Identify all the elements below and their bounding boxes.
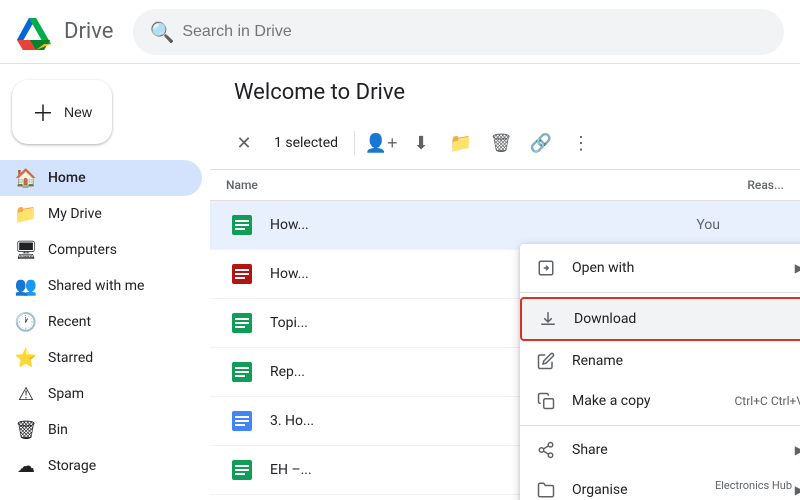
menu-item-rename[interactable]: Rename xyxy=(520,341,800,381)
menu-divider xyxy=(520,292,800,293)
menu-item-label: Download xyxy=(574,311,800,327)
logo-text: Drive xyxy=(64,19,113,44)
menu-item-label: Open with xyxy=(572,260,779,276)
search-input[interactable] xyxy=(182,23,768,41)
organise-icon xyxy=(536,480,556,500)
sidebar-item-shared[interactable]: 👥 Shared with me xyxy=(0,268,202,304)
sidebar-item-storage[interactable]: ☁ Storage xyxy=(0,448,202,484)
home-icon: 🏠 xyxy=(16,168,36,188)
copy-icon xyxy=(536,391,556,411)
sidebar-item-label: My Drive xyxy=(48,206,102,222)
shared-icon: 👥 xyxy=(16,276,36,296)
storage-section: 315.1 MB of 15 GB used Get more storage xyxy=(0,484,210,500)
sidebar-item-recent[interactable]: 🕐 Recent xyxy=(0,304,202,340)
header: Drive 🔍 xyxy=(0,0,800,64)
menu-item-share[interactable]: Share ▶ xyxy=(520,430,800,470)
menu-item-label: Share xyxy=(572,442,779,458)
sidebar-item-bin[interactable]: 🗑 Bin xyxy=(0,412,202,448)
sidebar-item-my-drive[interactable]: 📁 My Drive xyxy=(0,196,202,232)
starred-icon: ⭐ xyxy=(16,348,36,368)
share-menu-icon xyxy=(536,440,556,460)
new-button[interactable]: ＋ New xyxy=(12,80,112,144)
recent-icon: 🕐 xyxy=(16,312,36,332)
spam-icon: ⚠ xyxy=(16,384,36,404)
sidebar-item-starred[interactable]: ⭐ Starred xyxy=(0,340,202,376)
sidebar-item-label: Recent xyxy=(48,314,91,330)
sidebar-item-spam[interactable]: ⚠ Spam xyxy=(0,376,202,412)
drive-logo-icon xyxy=(16,12,56,52)
menu-item-make-copy[interactable]: Make a copy Ctrl+C Ctrl+V xyxy=(520,381,800,421)
open-with-icon xyxy=(536,258,556,278)
sidebar-item-computers[interactable]: 🖥 Computers xyxy=(0,232,202,268)
watermark: Electronics Hub xyxy=(715,479,792,492)
new-button-label: New xyxy=(64,104,92,120)
menu-item-open-with[interactable]: Open with ▶ xyxy=(520,248,800,288)
sidebar-item-label: Shared with me xyxy=(48,278,144,294)
sidebar: ＋ New 🏠 Home 📁 My Drive 🖥 Computers 👥 Sh… xyxy=(0,64,210,500)
content-area: Welcome to Drive ✕ 1 selected 👤+ ⬇ 📁 🗑 🔗 xyxy=(210,64,800,500)
search-icon: 🔍 xyxy=(149,20,174,44)
rename-icon xyxy=(536,351,556,371)
menu-divider xyxy=(520,425,800,426)
main-layout: ＋ New 🏠 Home 📁 My Drive 🖥 Computers 👥 Sh… xyxy=(0,64,800,500)
computers-icon: 🖥 xyxy=(16,240,36,260)
sidebar-item-label: Starred xyxy=(48,350,93,366)
submenu-arrow-icon: ▶ xyxy=(795,483,800,497)
storage-icon: ☁ xyxy=(16,456,36,476)
search-bar[interactable]: 🔍 xyxy=(133,9,784,55)
my-drive-icon: 📁 xyxy=(16,204,36,224)
menu-item-label: Make a copy xyxy=(572,393,719,409)
menu-item-download[interactable]: Download xyxy=(520,297,800,341)
sidebar-item-label: Storage xyxy=(48,458,96,474)
shortcut-text: Ctrl+C Ctrl+V xyxy=(735,394,800,408)
download-menu-icon xyxy=(538,309,558,329)
sidebar-item-label: Computers xyxy=(48,242,117,258)
sidebar-item-home[interactable]: 🏠 Home xyxy=(0,160,202,196)
logo: Drive xyxy=(16,12,113,52)
sidebar-item-label: Spam xyxy=(48,386,84,402)
submenu-arrow-icon: ▶ xyxy=(795,443,800,457)
menu-item-label: Rename xyxy=(572,353,800,369)
submenu-arrow-icon: ▶ xyxy=(795,261,800,275)
sidebar-item-label: Bin xyxy=(48,422,68,438)
bin-icon: 🗑 xyxy=(16,420,36,440)
context-menu: Open with ▶ Download Rename xyxy=(520,244,800,500)
sidebar-item-label: Home xyxy=(48,170,86,186)
plus-icon: ＋ xyxy=(32,96,54,128)
